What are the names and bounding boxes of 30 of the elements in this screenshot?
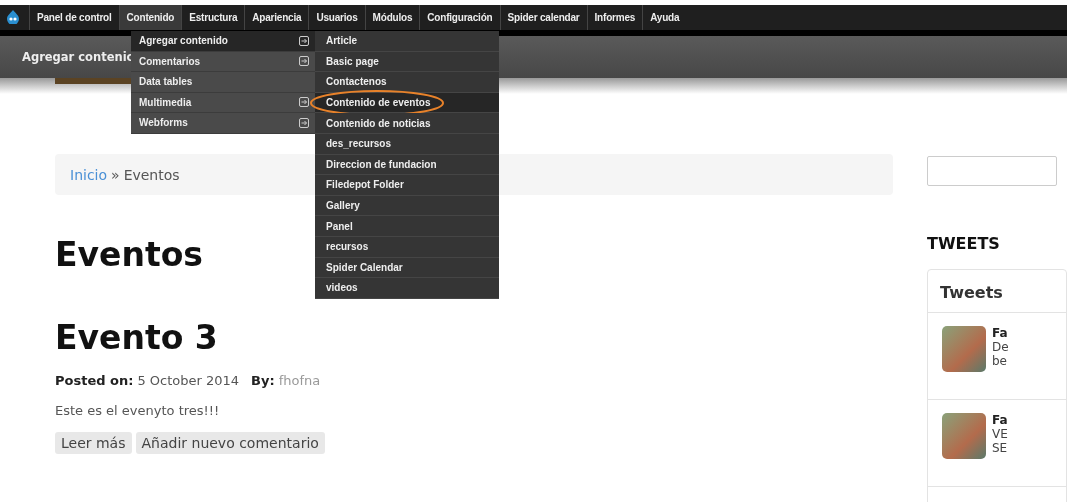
breadcrumb-current: Eventos: [123, 166, 180, 183]
sidebar-heading: TWEETS: [927, 234, 1001, 253]
tweet-text: VE: [992, 427, 1008, 441]
breadcrumb-separator: »: [111, 166, 120, 183]
submenu-item[interactable]: Contenido de noticias: [315, 113, 499, 134]
tweet-text: De: [992, 340, 1009, 354]
widget-title: Tweets: [928, 270, 1066, 313]
tweet-text: SE: [992, 441, 1008, 455]
page-title: Eventos: [55, 235, 204, 274]
post-date: 5 October 2014: [137, 373, 240, 388]
drop-logo-icon[interactable]: [6, 10, 20, 24]
admin-menu-item[interactable]: Contenido: [118, 5, 182, 30]
menu-item[interactable]: Data tables: [131, 72, 315, 93]
menu-item[interactable]: Agregar contenido: [131, 31, 315, 52]
author-label: By:: [251, 373, 275, 388]
menu-item[interactable]: Comentarios: [131, 51, 315, 72]
shortcut-link[interactable]: Agregar contenic: [22, 50, 134, 64]
tweet-author[interactable]: Fa: [992, 326, 1009, 340]
posted-label: Posted on:: [55, 373, 134, 388]
article-body: Este es el evenyto tres!!!: [55, 403, 221, 418]
avatar-placeholder: [942, 413, 986, 459]
menu-item[interactable]: Multimedia: [131, 92, 315, 113]
tweet-text: be: [992, 354, 1008, 368]
article-link[interactable]: Añadir nuevo comentario: [135, 432, 325, 454]
avatar-placeholder: [942, 326, 986, 372]
menu-item[interactable]: Webforms: [131, 113, 315, 134]
tweet-author[interactable]: Fa: [992, 413, 1008, 427]
search-field[interactable]: [927, 156, 1057, 186]
article-title[interactable]: Evento 3: [55, 318, 218, 357]
article-link[interactable]: Leer más: [55, 432, 132, 454]
